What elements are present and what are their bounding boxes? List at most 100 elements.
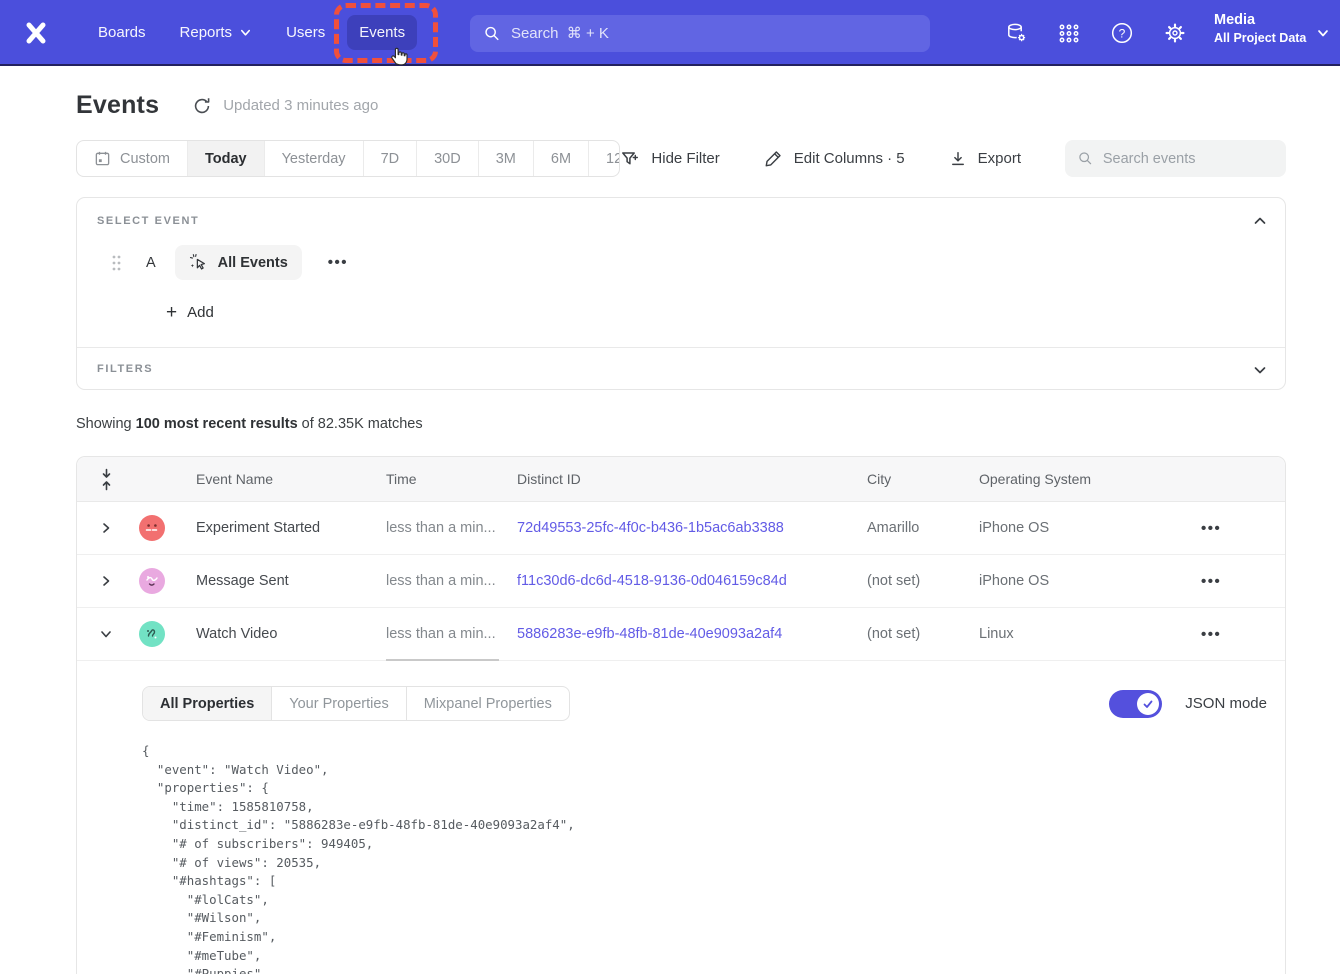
hide-filter-button[interactable]: Hide Filter [620,149,719,169]
expand-filters-chevron-down-icon[interactable] [1249,359,1271,381]
date-range-label: Yesterday [282,151,346,167]
query-builder-card: SELECT EVENT A All Events ••• [76,197,1286,390]
cell-os: iPhone OS [979,573,1193,589]
updated-timestamp: Updated 3 minutes ago [223,97,378,114]
edit-columns-button[interactable]: Edit Columns · 5 [764,149,905,168]
data-management-icon[interactable] [1003,20,1029,46]
row-more-button[interactable]: ••• [1201,520,1221,537]
nav-item-reports[interactable]: Reports [168,15,265,50]
date-range-3m[interactable]: 3M [479,141,534,176]
toggle-knob-check-icon [1137,693,1159,715]
properties-tabs: All Properties Your Properties Mixpanel … [142,686,570,721]
tab-your-properties[interactable]: Your Properties [272,687,406,720]
cell-distinct-id-link[interactable]: f11c30d6-dc6d-4518-9136-0d046159c84d [517,573,867,589]
events-page: Events Updated 3 minutes ago Custom Toda… [0,91,1340,974]
cell-city: (not set) [867,626,979,642]
cell-distinct-id-link[interactable]: 72d49553-25fc-4f0c-b436-1b5ac6ab3388 [517,520,867,536]
nav-item-events[interactable]: Events [347,15,417,50]
collapse-section-chevron-up-icon[interactable] [1249,210,1271,232]
date-range-label: 6M [551,151,571,167]
column-header-event-name: Event Name [196,471,386,487]
page-title: Events [76,91,159,120]
cell-time: less than a min... [386,573,517,589]
project-chevron-down-icon[interactable] [1316,26,1330,40]
filters-section-header[interactable]: FILTERS [77,347,1285,389]
project-switcher[interactable]: Media All Project Data [1214,12,1306,45]
table-header-row: Event Name Time Distinct ID City Operati… [77,457,1285,502]
filter-funnel-icon [620,149,640,169]
event-json-view: { "event": "Watch Video", "properties": … [142,742,1267,974]
date-range-label: 30D [434,151,461,167]
expand-row-chevron-right-icon[interactable] [95,570,117,592]
export-label: Export [978,150,1021,167]
project-scope: All Project Data [1214,31,1306,45]
date-range-30d[interactable]: 30D [417,141,479,176]
table-row: Experiment Started less than a min... 72… [77,502,1285,555]
nav-item-users[interactable]: Users [274,15,337,50]
date-range-12m[interactable]: 12M [589,141,620,176]
date-range-label: 12M [606,151,620,167]
mixpanel-logo-icon[interactable] [22,19,50,47]
event-chip-label: All Events [218,255,288,271]
date-range-custom[interactable]: Custom [77,141,188,176]
column-header-os: Operating System [979,471,1193,487]
date-range-control: Custom Today Yesterday 7D 30D 3M 6M 12M [76,140,620,177]
search-events-box[interactable] [1065,140,1286,177]
add-event-button[interactable]: + Add [166,304,214,321]
summary-prefix: Showing [76,416,136,432]
filters-label: FILTERS [97,363,1265,375]
date-range-label: Today [205,151,247,167]
date-range-6m[interactable]: 6M [534,141,589,176]
event-selector-chip[interactable]: All Events [175,245,302,280]
cell-city: Amarillo [867,520,979,536]
date-range-7d[interactable]: 7D [364,141,418,176]
cell-distinct-id-link[interactable]: 5886283e-e9fb-48fb-81de-40e9093a2af4 [517,626,867,642]
drag-handle[interactable] [112,255,121,271]
json-mode-toggle[interactable] [1109,690,1162,718]
events-table: Event Name Time Distinct ID City Operati… [76,456,1286,974]
date-range-today[interactable]: Today [188,141,265,176]
settings-gear-icon[interactable] [1162,20,1188,46]
export-button[interactable]: Export [949,150,1021,168]
project-name: Media [1214,12,1306,28]
collapse-row-chevron-down-icon[interactable] [95,623,117,645]
main-nav: Boards Reports Users Events [86,0,427,64]
tab-mixpanel-properties[interactable]: Mixpanel Properties [407,687,569,720]
nav-item-label: Boards [98,24,146,41]
calendar-icon [94,150,111,167]
cell-event-name: Watch Video [196,626,386,642]
date-range-label: 3M [496,151,516,167]
apps-grid-icon[interactable] [1056,20,1082,46]
column-header-distinct-id: Distinct ID [517,471,867,487]
add-event-label: Add [187,304,214,321]
plus-icon: + [166,306,177,320]
column-header-time: Time [386,471,517,487]
help-icon[interactable]: ? [1109,20,1135,46]
expand-row-chevron-right-icon[interactable] [95,517,117,539]
nav-item-label: Events [359,24,405,41]
summary-count: 100 most recent results [136,416,298,432]
global-search[interactable] [470,15,930,52]
cell-time: less than a min... [386,626,517,642]
cell-city: (not set) [867,573,979,589]
top-navbar: Boards Reports Users Events ? [0,0,1340,66]
global-search-input[interactable] [511,25,916,42]
cell-time: less than a min... [386,520,517,536]
download-icon [949,150,967,168]
refresh-icon[interactable] [192,96,212,116]
nav-item-boards[interactable]: Boards [86,15,158,50]
magic-cursor-icon [189,253,208,272]
search-events-input[interactable] [1103,151,1273,167]
tab-all-properties[interactable]: All Properties [143,687,272,720]
sort-icon[interactable] [100,468,113,491]
event-row-more-button[interactable]: ••• [328,254,348,271]
table-row-expanded: Watch Video less than a min... 5886283e-… [77,608,1285,661]
row-more-button[interactable]: ••• [1201,573,1221,590]
date-range-yesterday[interactable]: Yesterday [265,141,364,176]
event-avatar [139,621,165,647]
date-range-label: Custom [120,151,170,167]
svg-text:?: ? [1119,26,1126,40]
search-icon [1078,150,1093,167]
table-row: Message Sent less than a min... f11c30d6… [77,555,1285,608]
row-more-button[interactable]: ••• [1201,626,1221,643]
